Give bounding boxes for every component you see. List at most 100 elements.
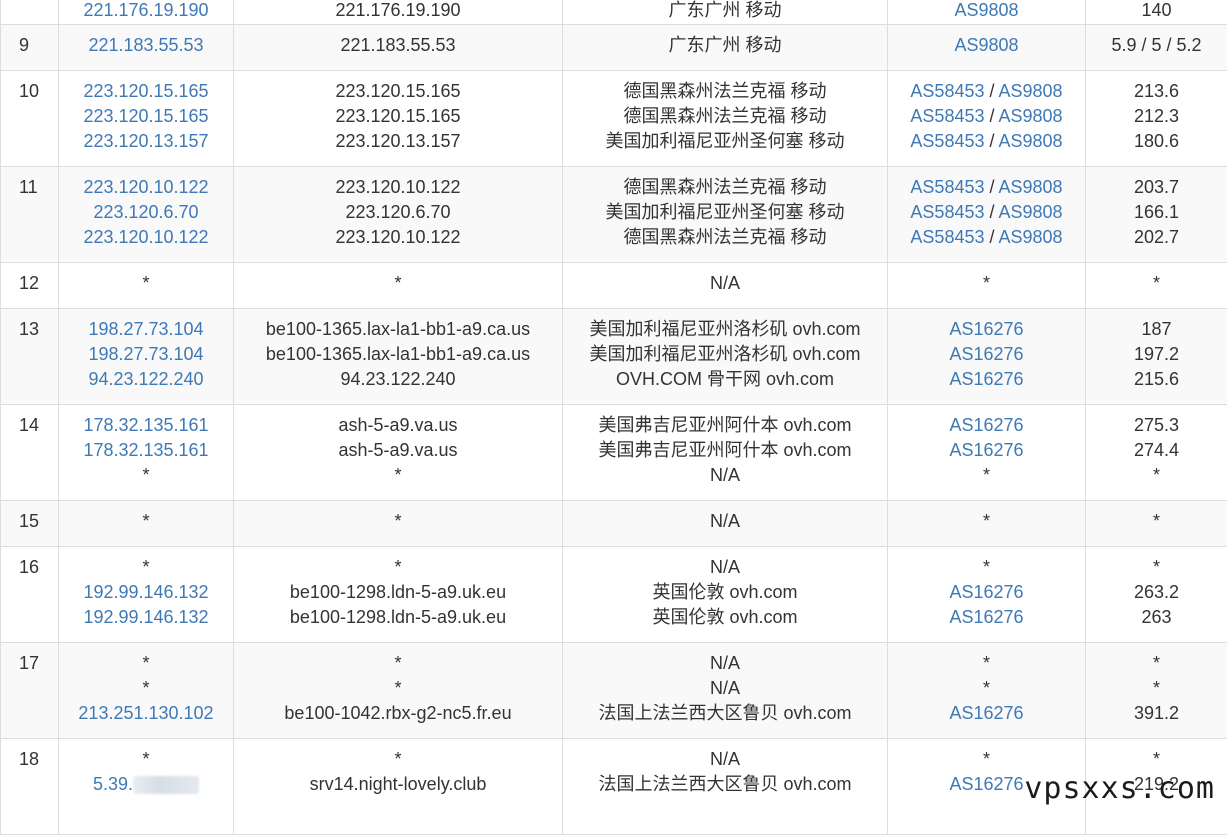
ip-link[interactable]: 198.27.73.104 — [88, 319, 203, 339]
location: N/A — [563, 509, 887, 534]
ip-cell: * — [59, 263, 234, 309]
ip-link[interactable]: 192.99.146.132 — [83, 607, 208, 627]
hostname: * — [234, 676, 562, 701]
asn-link[interactable]: AS58453 — [910, 106, 984, 126]
asn-link[interactable]: AS9808 — [999, 202, 1063, 222]
ip-link[interactable]: 223.120.13.157 — [83, 131, 208, 151]
asn-cell: AS9808 — [888, 0, 1086, 25]
hostname: * — [234, 747, 562, 772]
asn-link[interactable]: AS58453 — [910, 202, 984, 222]
asn-link[interactable]: AS16276 — [949, 369, 1023, 389]
asn-link[interactable]: AS16276 — [949, 607, 1023, 627]
latency-cell: 275.3274.4* — [1086, 405, 1227, 501]
ip-cell: 198.27.73.104 198.27.73.104 94.23.122.240 — [59, 309, 234, 405]
ip-link[interactable]: 223.120.6.70 — [93, 202, 198, 222]
ip-link[interactable]: 198.27.73.104 — [88, 344, 203, 364]
asn-link[interactable]: AS9808 — [999, 81, 1063, 101]
location: 广东广州 移动 — [563, 33, 887, 58]
asn-link[interactable]: AS58453 — [910, 177, 984, 197]
hop-number: 12 — [1, 263, 59, 309]
asn-link[interactable]: AS16276 — [949, 703, 1023, 723]
latency-value: * — [1086, 676, 1227, 701]
asn-link[interactable]: AS58453 — [910, 131, 984, 151]
location-cell: N/A法国上法兰西大区鲁贝 ovh.com — [563, 739, 888, 835]
timeout-marker: * — [59, 555, 233, 580]
latency-value: 180.6 — [1086, 129, 1227, 154]
latency-value: 197.2 — [1086, 342, 1227, 367]
asn-cell: AS58453 / AS9808AS58453 / AS9808AS58453 … — [888, 167, 1086, 263]
asn-link[interactable]: AS16276 — [949, 582, 1023, 602]
location: N/A — [563, 651, 887, 676]
hop-row: 14 178.32.135.161 178.32.135.161 * ash-5-a9.… — [1, 405, 1227, 501]
location-cell: N/A — [563, 501, 888, 547]
location: OVH.COM 骨干网 ovh.com — [563, 367, 887, 392]
hostname-cell: 221.176.19.190 — [234, 0, 563, 25]
ip-link[interactable]: 178.32.135.161 — [83, 440, 208, 460]
ip-link[interactable]: 221.183.55.53 — [88, 35, 203, 55]
latency-value: 263 — [1086, 605, 1227, 630]
hostname: 221.183.55.53 — [234, 33, 562, 58]
hop-number — [1, 0, 59, 25]
latency-value: * — [1086, 463, 1227, 488]
ip-link[interactable]: 223.120.10.122 — [83, 227, 208, 247]
location-cell: 美国加利福尼亚州洛杉矶 ovh.com美国加利福尼亚州洛杉矶 ovh.comOV… — [563, 309, 888, 405]
location: 美国加利福尼亚州洛杉矶 ovh.com — [563, 317, 887, 342]
timeout-marker: * — [59, 271, 233, 296]
asn-link[interactable]: AS16276 — [949, 440, 1023, 460]
asn-cell: *AS16276AS16276 — [888, 547, 1086, 643]
latency-cell: *263.2263 — [1086, 547, 1227, 643]
asn-link[interactable]: AS16276 — [949, 774, 1023, 794]
ip-link[interactable]: 5.39. — [93, 774, 133, 794]
hostname-cell: * — [234, 263, 563, 309]
location-cell: N/A — [563, 263, 888, 309]
hop-number: 11 — [1, 167, 59, 263]
asn-link[interactable]: AS9808 — [999, 131, 1063, 151]
ip-link[interactable]: 223.120.15.165 — [83, 81, 208, 101]
asn-link[interactable]: AS9808 — [999, 177, 1063, 197]
latency-value: 391.2 — [1086, 701, 1227, 726]
timeout-marker: * — [59, 509, 233, 534]
timeout-marker: * — [59, 747, 233, 772]
asn-link[interactable]: AS58453 — [910, 81, 984, 101]
location: 美国加利福尼亚州圣何塞 移动 — [563, 200, 887, 225]
location: 英国伦敦 ovh.com — [563, 580, 887, 605]
ip-cell: 221.176.19.190 — [59, 0, 234, 25]
asn-link[interactable]: AS9808 — [999, 106, 1063, 126]
asn-link[interactable]: AS9808 — [999, 227, 1063, 247]
hostname-cell: 223.120.15.165223.120.15.165223.120.13.1… — [234, 71, 563, 167]
location: 美国弗吉尼亚州阿什本 ovh.com — [563, 413, 887, 438]
hop-number: 13 — [1, 309, 59, 405]
asn-link[interactable]: AS16276 — [949, 344, 1023, 364]
ip-link[interactable]: 94.23.122.240 — [88, 369, 203, 389]
asn-link[interactable]: AS16276 — [949, 415, 1023, 435]
hostname-cell: **be100-1042.rbx-g2-nc5.fr.eu — [234, 643, 563, 739]
hostname: ash-5-a9.va.us — [234, 413, 562, 438]
ip-link[interactable]: 221.176.19.190 — [83, 0, 208, 20]
asn-separator: / — [985, 227, 999, 247]
hop-number: 14 — [1, 405, 59, 501]
location: 德国黑森州法兰克福 移动 — [563, 175, 887, 200]
ip-cell: *192.99.146.132192.99.146.132 — [59, 547, 234, 643]
hop-number: 16 — [1, 547, 59, 643]
location: N/A — [563, 271, 887, 296]
asn-link[interactable]: AS16276 — [949, 319, 1023, 339]
latency-value: * — [1086, 747, 1227, 772]
ip-link[interactable]: 178.32.135.161 — [83, 415, 208, 435]
location: 德国黑森州法兰克福 移动 — [563, 225, 887, 250]
ip-link[interactable]: 223.120.15.165 — [83, 106, 208, 126]
ip-link[interactable]: 213.251.130.102 — [78, 703, 213, 723]
hostname: 223.120.15.165 — [234, 79, 562, 104]
latency-value: 202.7 — [1086, 225, 1227, 250]
ip-link[interactable]: 223.120.10.122 — [83, 177, 208, 197]
ip-link[interactable]: 192.99.146.132 — [83, 582, 208, 602]
asn-separator: / — [985, 81, 999, 101]
hop-number: 9 — [1, 25, 59, 71]
ip-cell: *5.39. — [59, 739, 234, 835]
hostname: * — [234, 463, 562, 488]
location-cell: 美国弗吉尼亚州阿什本 ovh.com美国弗吉尼亚州阿什本 ovh.comN/A — [563, 405, 888, 501]
asn-link[interactable]: AS58453 — [910, 227, 984, 247]
timeout-marker: * — [983, 511, 990, 531]
asn-link[interactable]: AS9808 — [954, 35, 1018, 55]
hostname: be100-1298.ldn-5-a9.uk.eu — [234, 605, 562, 630]
asn-link[interactable]: AS9808 — [954, 0, 1018, 20]
